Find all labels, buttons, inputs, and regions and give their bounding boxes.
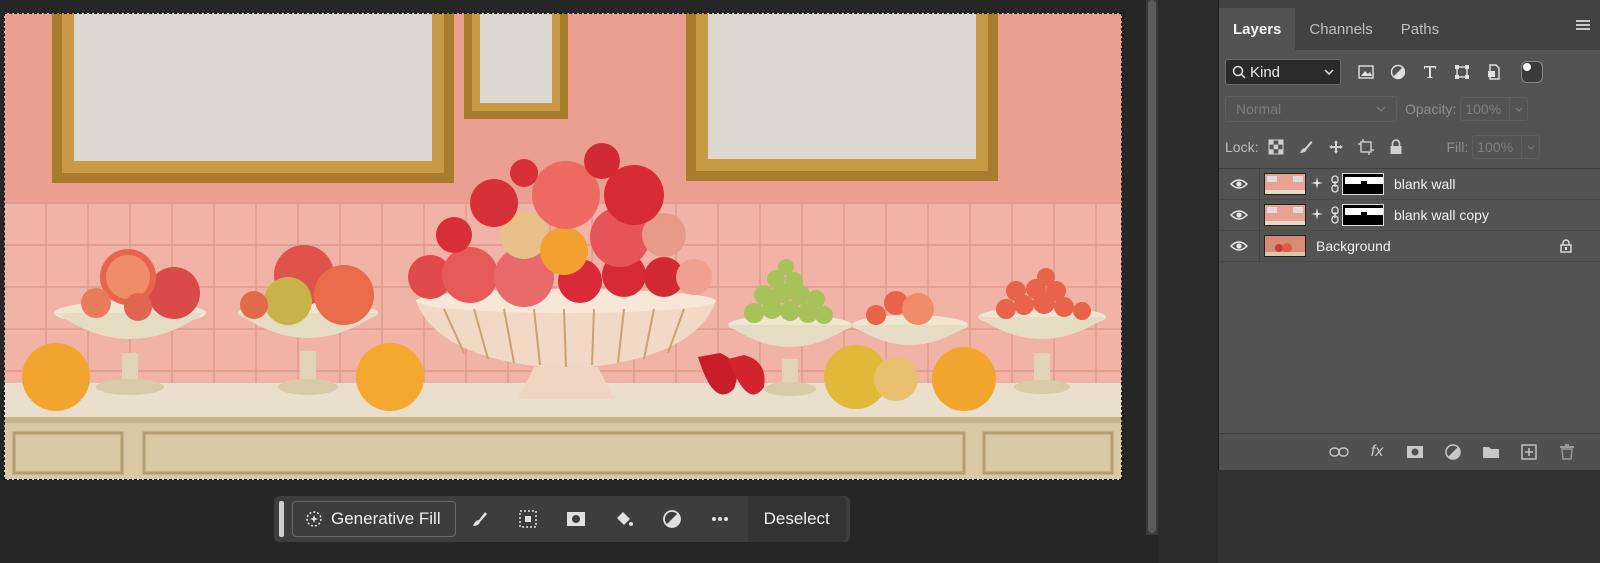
transform-selection-button[interactable] bbox=[504, 496, 552, 542]
layer-mask-thumbnail[interactable] bbox=[1342, 204, 1384, 226]
panel-menu-button[interactable] bbox=[1576, 18, 1590, 36]
photoshop-window: Generative Fill Deselect Layers Channels… bbox=[0, 0, 1600, 563]
generative-sparkle-icon bbox=[306, 511, 322, 527]
layer-name[interactable]: blank wall bbox=[1394, 176, 1455, 192]
panel-gutter bbox=[1158, 0, 1218, 563]
blend-mode-label: Normal bbox=[1236, 101, 1282, 117]
smart-object-generative-icon bbox=[1306, 204, 1328, 226]
adjustment-layer-button[interactable] bbox=[648, 496, 696, 542]
chevron-down-icon bbox=[1527, 145, 1535, 150]
document-image[interactable] bbox=[4, 13, 1122, 480]
layers-panel-footer: fx bbox=[1219, 433, 1600, 470]
new-group-folder-icon[interactable] bbox=[1480, 441, 1502, 463]
fill-label: Fill: bbox=[1446, 139, 1469, 155]
mask-link-chain-icon[interactable] bbox=[1328, 206, 1342, 224]
mask-icon bbox=[566, 512, 585, 526]
layer-row-blank-wall[interactable]: blank wall bbox=[1219, 168, 1600, 200]
opacity-dropdown[interactable] bbox=[1510, 97, 1529, 121]
layer-thumbnail[interactable] bbox=[1264, 204, 1306, 226]
contextual-task-bar: Generative Fill Deselect bbox=[274, 496, 850, 542]
taskbar-grip-handle[interactable] bbox=[279, 501, 284, 537]
fill-selection-button[interactable] bbox=[600, 496, 648, 542]
layer-divider bbox=[1259, 199, 1260, 231]
layer-thumbnail[interactable] bbox=[1264, 235, 1306, 257]
chevron-down-icon bbox=[1376, 106, 1386, 112]
layers-list: blank wall blank wall copy Background bbox=[1219, 168, 1600, 262]
pixel-layer-filter-icon[interactable] bbox=[1355, 61, 1377, 83]
visibility-eye-icon[interactable] bbox=[1219, 169, 1259, 200]
blend-row: Normal Opacity: 100% bbox=[1219, 90, 1600, 128]
panel-tabs: Layers Channels Paths bbox=[1219, 0, 1600, 50]
delete-layer-trash-icon[interactable] bbox=[1556, 441, 1578, 463]
canvas-area[interactable]: Generative Fill Deselect bbox=[0, 0, 1148, 563]
more-dots-icon bbox=[711, 517, 728, 521]
lock-label: Lock: bbox=[1225, 139, 1259, 155]
filter-kind-label: Kind bbox=[1250, 63, 1281, 81]
search-icon bbox=[1232, 65, 1246, 79]
layer-thumbnail[interactable] bbox=[1264, 173, 1306, 195]
adjustment-half-circle-icon bbox=[662, 510, 681, 528]
generative-fill-button[interactable]: Generative Fill bbox=[292, 501, 456, 537]
more-options-button[interactable] bbox=[696, 496, 744, 542]
layer-divider bbox=[1259, 168, 1260, 200]
smart-object-generative-icon bbox=[1306, 173, 1328, 195]
layer-name[interactable]: Background bbox=[1316, 238, 1391, 254]
layer-locked-icon[interactable] bbox=[1560, 239, 1572, 258]
fruit-still-life-image bbox=[4, 13, 1122, 480]
type-layer-filter-icon[interactable] bbox=[1419, 61, 1441, 83]
mask-link-chain-icon[interactable] bbox=[1328, 175, 1342, 193]
layers-panel: Layers Channels Paths Kind Normal Opacit… bbox=[1218, 0, 1600, 470]
paint-bucket-icon bbox=[616, 512, 633, 526]
layer-row-blank-wall-copy[interactable]: blank wall copy bbox=[1219, 199, 1600, 231]
generative-fill-label: Generative Fill bbox=[331, 509, 441, 528]
scrollbar-thumb[interactable] bbox=[1148, 0, 1156, 533]
visibility-eye-icon[interactable] bbox=[1219, 231, 1259, 262]
opacity-label: Opacity: bbox=[1405, 101, 1457, 117]
add-layer-mask-icon[interactable] bbox=[1404, 441, 1426, 463]
lock-all-icon[interactable] bbox=[1386, 137, 1406, 157]
visibility-eye-icon[interactable] bbox=[1219, 200, 1259, 231]
hamburger-menu-icon bbox=[1576, 20, 1590, 30]
add-mask-button[interactable] bbox=[552, 496, 600, 542]
blend-mode-select[interactable]: Normal bbox=[1225, 96, 1397, 122]
new-adjustment-layer-icon[interactable] bbox=[1442, 441, 1464, 463]
lock-row: Lock: Fill: 100% bbox=[1219, 128, 1600, 166]
lock-icons bbox=[1266, 137, 1406, 157]
adjustment-layer-filter-icon[interactable] bbox=[1387, 61, 1409, 83]
modify-selection-brush-button[interactable] bbox=[456, 496, 504, 542]
fill-input[interactable]: 100% bbox=[1472, 135, 1523, 159]
opacity-input[interactable]: 100% bbox=[1460, 97, 1511, 121]
layer-filter-row: Kind bbox=[1219, 54, 1600, 90]
layer-mask-thumbnail[interactable] bbox=[1342, 173, 1384, 195]
transform-selection-icon bbox=[518, 510, 537, 528]
canvas-vertical-scrollbar[interactable] bbox=[1146, 0, 1158, 535]
deselect-button[interactable]: Deselect bbox=[747, 496, 846, 542]
smart-object-filter-icon[interactable] bbox=[1483, 61, 1505, 83]
tab-channels[interactable]: Channels bbox=[1295, 8, 1386, 50]
tab-paths[interactable]: Paths bbox=[1387, 8, 1453, 50]
layer-style-fx-icon[interactable]: fx bbox=[1366, 441, 1388, 463]
link-layers-icon[interactable] bbox=[1328, 441, 1350, 463]
chevron-down-icon bbox=[1515, 107, 1523, 112]
layer-name[interactable]: blank wall copy bbox=[1394, 207, 1489, 223]
tab-layers[interactable]: Layers bbox=[1219, 8, 1296, 50]
layer-divider bbox=[1259, 230, 1260, 262]
fill-dropdown[interactable] bbox=[1522, 135, 1541, 159]
lock-transparent-pixels-icon[interactable] bbox=[1266, 137, 1286, 157]
empty-panel-area bbox=[1218, 470, 1600, 563]
lock-image-pixels-icon[interactable] bbox=[1296, 137, 1316, 157]
lock-position-icon[interactable] bbox=[1326, 137, 1346, 157]
lock-artboard-icon[interactable] bbox=[1356, 137, 1376, 157]
new-layer-icon[interactable] bbox=[1518, 441, 1540, 463]
shape-layer-filter-icon[interactable] bbox=[1451, 61, 1473, 83]
layer-row-background[interactable]: Background bbox=[1219, 230, 1600, 262]
filter-toggle-switch[interactable] bbox=[1521, 61, 1543, 83]
chevron-down-icon bbox=[1324, 69, 1334, 75]
brush-icon bbox=[472, 512, 487, 526]
filter-kind-select[interactable]: Kind bbox=[1225, 59, 1341, 85]
filter-icons bbox=[1355, 61, 1543, 83]
